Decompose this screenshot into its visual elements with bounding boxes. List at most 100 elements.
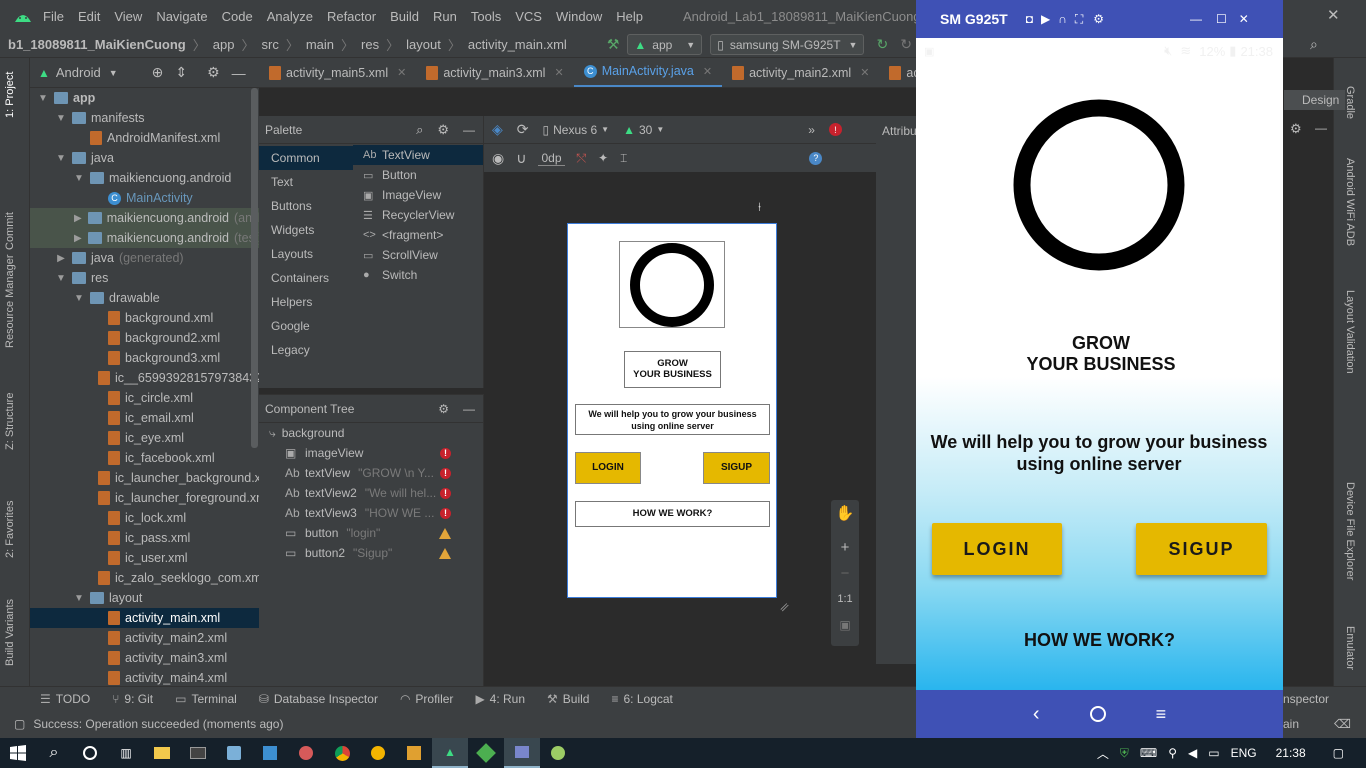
bottom-tab[interactable]: ☰ TODO (40, 692, 90, 706)
menu-view[interactable]: View (114, 9, 142, 24)
gear-icon[interactable]: ⚙ (437, 122, 449, 138)
tree-item[interactable]: ic_pass.xml (30, 528, 259, 548)
bottom-tab[interactable]: ⛁ Database Inspector (259, 692, 378, 706)
gear-icon[interactable]: ⚙ (1093, 12, 1104, 26)
trash-icon[interactable]: ⌫ (1334, 717, 1351, 731)
chevron-right-icon[interactable]: ▶ (74, 233, 82, 244)
layers-icon[interactable]: ◈ (492, 121, 503, 138)
editor-tab[interactable]: activity_main2.xml ✕ (722, 58, 879, 87)
task-view-icon[interactable]: ▥ (108, 738, 144, 768)
chevron-down-icon[interactable]: ▼ (74, 173, 84, 184)
layout-preview[interactable]: GROW YOUR BUSINESS We will help you to gr… (567, 223, 777, 598)
chevron-down-icon[interactable]: ▼ (74, 593, 84, 604)
error-icon[interactable]: ! (440, 507, 451, 519)
breadcrumb-item[interactable]: src (261, 37, 278, 52)
zoom-out-button[interactable]: − (831, 560, 859, 586)
margin-field[interactable]: 0dp (538, 151, 565, 166)
component-row[interactable]: ▭ button "login" (259, 523, 483, 543)
maximize-icon[interactable]: ☐ (1216, 12, 1227, 26)
error-icon[interactable]: ! (440, 467, 451, 479)
back-icon[interactable]: ‹ (1033, 703, 1040, 726)
tree-item[interactable]: ic_eye.xml (30, 428, 259, 448)
tab-build-variants[interactable]: Build Variants (4, 599, 16, 666)
emulator-taskbar-icon[interactable] (504, 738, 540, 768)
android-studio-taskbar-icon[interactable]: ▲ (432, 738, 468, 768)
tree-item[interactable]: ▶maikiencuong.android(androidTest) (30, 208, 259, 228)
tab-structure[interactable]: Z: Structure (4, 393, 16, 450)
chevron-down-icon[interactable]: ▼ (56, 273, 66, 284)
app-icon[interactable] (360, 738, 396, 768)
chevron-right-icon[interactable]: ▶ (74, 213, 82, 224)
language-indicator[interactable]: ENG (1231, 746, 1257, 760)
project-scrollbar[interactable] (251, 88, 258, 448)
attributes-label[interactable]: Attribu (882, 124, 917, 138)
minimize-icon[interactable]: — (1315, 121, 1327, 135)
home-icon[interactable] (1089, 706, 1106, 722)
minimize-icon[interactable]: — (232, 65, 246, 81)
network-icon[interactable]: ⚲ (1168, 746, 1177, 760)
tree-item[interactable]: ic_email.xml (30, 408, 259, 428)
close-icon[interactable]: ✕ (397, 66, 406, 79)
palette-category[interactable]: Text (259, 170, 353, 194)
file-explorer-icon[interactable] (144, 738, 180, 768)
app-icon[interactable] (252, 738, 288, 768)
chevron-right-icon[interactable]: ▶ (56, 253, 66, 264)
menu-tools[interactable]: Tools (471, 9, 501, 24)
preview-signup-button[interactable]: SIGUP (703, 452, 770, 484)
tab-project[interactable]: 1: Project (4, 72, 16, 118)
component-row[interactable]: Ab textView "GROW \n Y...! (259, 463, 483, 483)
component-row[interactable]: Ab textView3 "HOW WE ...! (259, 503, 483, 523)
tree-item[interactable]: ▼ drawable (30, 288, 259, 308)
menu-code[interactable]: Code (222, 9, 253, 24)
tree-item[interactable]: ic__659939281579738432.xml (30, 368, 259, 388)
preview-login-button[interactable]: LOGIN (575, 452, 641, 484)
eye-icon[interactable]: ◉ (492, 150, 504, 167)
menu-build[interactable]: Build (390, 9, 419, 24)
palette-category[interactable]: Buttons (259, 194, 353, 218)
pan-icon[interactable]: ✋ (831, 500, 859, 526)
tab-layout-validation[interactable]: Layout Validation (1344, 290, 1356, 374)
palette-category[interactable]: Containers (259, 266, 353, 290)
bottom-tab[interactable]: ◠ Profiler (400, 692, 454, 706)
app-icon[interactable] (396, 738, 432, 768)
palette-category[interactable]: Google (259, 314, 353, 338)
cortana-icon[interactable] (72, 738, 108, 768)
tree-item[interactable]: background3.xml (30, 348, 259, 368)
camera-icon[interactable]: ◘ (1026, 12, 1033, 26)
preview-title[interactable]: GROW YOUR BUSINESS (624, 351, 721, 388)
minimize-icon[interactable]: — (1190, 12, 1202, 26)
clear-constraints-icon[interactable]: ⤲ (577, 151, 587, 166)
warning-icon[interactable] (439, 527, 451, 539)
breadcrumb-item[interactable]: main (306, 37, 334, 52)
close-icon[interactable]: ✕ (703, 65, 712, 78)
editor-tab[interactable]: activity_main5.xml ✕ (259, 58, 416, 87)
tree-item[interactable]: ic_zalo_seeklogo_com.xml (30, 568, 259, 588)
tree-item[interactable]: ▼ res (30, 268, 259, 288)
component-row[interactable]: Ab textView2 "We will hel...! (259, 483, 483, 503)
tree-item[interactable]: activity_main.xml (30, 608, 259, 628)
terminal-icon[interactable] (180, 738, 216, 768)
app-icon[interactable] (288, 738, 324, 768)
error-icon[interactable]: ! (440, 447, 451, 459)
error-icon[interactable]: ! (440, 487, 451, 499)
menu-help[interactable]: Help (616, 9, 643, 24)
tree-item[interactable]: ▼ maikiencuong.android (30, 168, 259, 188)
palette-category[interactable]: Layouts (259, 242, 353, 266)
signup-button[interactable]: SIGUP (1136, 523, 1267, 575)
chevron-down-icon[interactable]: ▼ (56, 153, 66, 164)
palette-item[interactable]: ▭ Button (353, 165, 483, 185)
search-icon[interactable]: ⌕ (36, 738, 72, 768)
breadcrumb-item[interactable]: res (361, 37, 379, 52)
palette-item[interactable]: ● Switch (353, 265, 483, 285)
app-icon[interactable] (540, 738, 576, 768)
breadcrumb-item[interactable]: layout (406, 37, 441, 52)
tree-item[interactable]: ic_launcher_foreground.xml (30, 488, 259, 508)
start-icon[interactable] (0, 738, 36, 768)
tree-item[interactable]: background2.xml (30, 328, 259, 348)
design-mode-button[interactable]: Design (1284, 90, 1346, 110)
tree-item[interactable]: background.xml (30, 308, 259, 328)
tree-item[interactable]: activity_main4.xml (30, 668, 259, 686)
tree-item[interactable]: ▼ java (30, 148, 259, 168)
component-row[interactable]: ▣ imageView! (259, 443, 483, 463)
notifications-icon[interactable]: ▢ (1333, 746, 1344, 760)
